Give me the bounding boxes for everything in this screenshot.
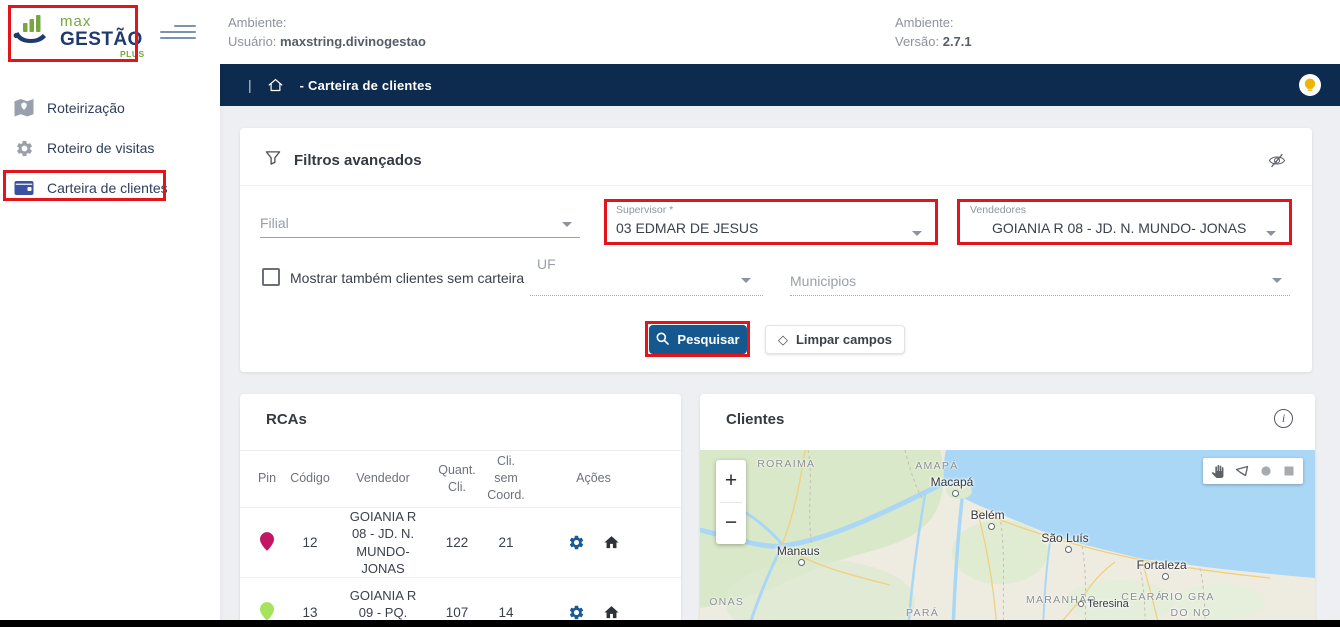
environment-label: Ambiente: (895, 13, 972, 32)
sidebar-nav: Roteirização Roteiro de visitas Carteira… (0, 64, 220, 627)
clientes-map[interactable]: RORAIMA AMAPÁ MARANHÃO CEARÁ PARÁ ONAS R… (700, 450, 1315, 627)
chevron-down-icon (562, 222, 572, 227)
app-header: max GESTÃO PLUS Ambiente: Usuário: maxst… (0, 0, 1340, 64)
column-header-pin: Pin (252, 470, 282, 487)
logo-wordmark: max GESTÃO PLUS (60, 14, 143, 49)
supervisor-select[interactable]: Supervisor * 03 EDMAR DE JESUS (608, 204, 934, 244)
info-icon[interactable]: i (1274, 409, 1293, 428)
map-drawing-toolbar (1203, 458, 1303, 484)
bottom-edge-bar (0, 620, 1340, 627)
vendedores-value: GOIANIA R 08 - JD. N. MUNDO- JONAS (962, 220, 1288, 236)
zoom-out-button[interactable]: − (716, 503, 746, 545)
filter-funnel-icon (265, 150, 281, 171)
breadcrumb-divider: | (248, 77, 252, 93)
home-icon[interactable] (267, 77, 284, 93)
cli-sem-coord-cell: 21 (486, 535, 526, 550)
sidebar-item-carteira-de-clientes[interactable]: Carteira de clientes (0, 172, 220, 204)
quant-cli-cell: 107 (428, 605, 486, 620)
sidebar-item-roteiro-de-visitas[interactable]: Roteiro de visitas (0, 132, 220, 164)
vendedor-cell: GOIANIA R 08 - JD. N. MUNDO- JONAS (343, 508, 423, 577)
rcas-title: RCAs (266, 411, 307, 428)
breadcrumb-title: - Carteira de clientes (300, 78, 432, 93)
pan-hand-icon[interactable] (1211, 465, 1224, 478)
wallet-icon (14, 180, 34, 196)
logo-hand-bars-icon (12, 10, 54, 53)
sidebar-item-label: Roteiro de visitas (47, 140, 154, 156)
sidebar-item-label: Roteirização (47, 100, 125, 116)
chevron-down-icon (741, 278, 751, 283)
version-label: Versão: (895, 34, 939, 49)
chevron-down-icon (912, 231, 922, 236)
environment-version-info: Ambiente: Versão: 2.7.1 (895, 13, 972, 51)
sidebar-item-label: Carteira de clientes (47, 180, 168, 196)
eye-slash-icon[interactable] (1268, 152, 1286, 174)
filial-placeholder: Filial (260, 215, 289, 231)
sidebar-item-roteirizacao[interactable]: Roteirização (0, 92, 220, 124)
home-icon[interactable] (603, 534, 620, 551)
environment-label: Ambiente: (228, 13, 426, 32)
lightbulb-icon[interactable] (1299, 74, 1321, 96)
pesquisar-button[interactable]: Pesquisar (649, 325, 747, 354)
zoom-in-button[interactable]: + (716, 460, 746, 502)
supervisor-label: Supervisor * (608, 204, 934, 216)
quant-cli-cell: 122 (428, 535, 486, 550)
logo-word-gestao: GESTÃO (60, 30, 143, 49)
checkbox-label: Mostrar também clientes sem carteira (290, 270, 524, 286)
hamburger-menu-icon[interactable] (160, 25, 196, 40)
clientes-title: Clientes (726, 411, 784, 428)
mostrar-clientes-sem-carteira-checkbox[interactable] (262, 268, 280, 286)
app-root: max GESTÃO PLUS Ambiente: Usuário: maxst… (0, 0, 1340, 627)
column-header-acoes: Ações (526, 470, 661, 487)
rcas-panel: RCAs Pin Código Vendedor Quant. Cli. Cli… (240, 394, 681, 627)
user-value: maxstring.divinogestao (280, 34, 426, 49)
rectangle-draw-icon[interactable] (1283, 465, 1295, 477)
logo-word-plus: PLUS (120, 50, 145, 59)
limpar-campos-label: Limpar campos (796, 332, 892, 347)
gear-icon[interactable] (568, 604, 585, 621)
map-route-icon (14, 99, 34, 117)
logo-word-max: max (60, 14, 143, 29)
filial-select[interactable]: Filial (260, 208, 580, 238)
gear-icon (14, 139, 34, 158)
gear-icon[interactable] (568, 534, 585, 551)
map-pin-icon (252, 532, 282, 554)
column-header-cli-sem-coord: Cli. sem Coord. (486, 453, 526, 504)
chevron-down-icon (1266, 231, 1276, 236)
municipios-label: Municipios (790, 273, 856, 289)
circle-draw-icon[interactable] (1260, 465, 1272, 477)
version-value: 2.7.1 (943, 34, 972, 49)
filters-panel: Filtros avançados Filial Supervisor * 03… (240, 128, 1312, 372)
clientes-panel: Clientes i (700, 394, 1315, 627)
diamond-icon: ◇ (778, 332, 788, 348)
rcas-table-header: Pin Código Vendedor Quant. Cli. Cli. sem… (240, 450, 681, 508)
search-icon (656, 332, 669, 348)
app-logo: max GESTÃO PLUS (12, 10, 143, 53)
vendedores-label: Vendedores (962, 204, 1288, 216)
home-icon[interactable] (603, 604, 620, 621)
column-header-quant-cli: Quant. Cli. (428, 462, 486, 496)
vendedores-select[interactable]: Vendedores GOIANIA R 08 - JD. N. MUNDO- … (962, 204, 1288, 244)
municipios-select[interactable]: Municipios (790, 256, 1290, 296)
chevron-down-icon (1272, 278, 1282, 283)
environment-user-info: Ambiente: Usuário: maxstring.divinogesta… (228, 13, 426, 51)
map-zoom-control: + − (716, 460, 746, 544)
cli-sem-coord-cell: 14 (486, 605, 526, 620)
uf-label: UF (537, 256, 556, 272)
user-label: Usuário: (228, 34, 276, 49)
table-row: 12 GOIANIA R 08 - JD. N. MUNDO- JONAS 12… (240, 508, 681, 578)
uf-select[interactable]: UF (530, 256, 763, 296)
column-header-codigo: Código (282, 470, 338, 487)
limpar-campos-button[interactable]: ◇ Limpar campos (765, 325, 905, 354)
breadcrumb-bar: | - Carteira de clientes (220, 64, 1340, 106)
supervisor-value: 03 EDMAR DE JESUS (608, 220, 934, 236)
codigo-cell: 12 (282, 535, 338, 550)
filters-title: Filtros avançados (294, 152, 422, 169)
polygon-draw-icon[interactable] (1235, 465, 1249, 477)
column-header-vendedor: Vendedor (338, 470, 428, 487)
pesquisar-label: Pesquisar (677, 332, 739, 347)
codigo-cell: 13 (282, 605, 338, 620)
main-content: | - Carteira de clientes (220, 64, 1340, 627)
